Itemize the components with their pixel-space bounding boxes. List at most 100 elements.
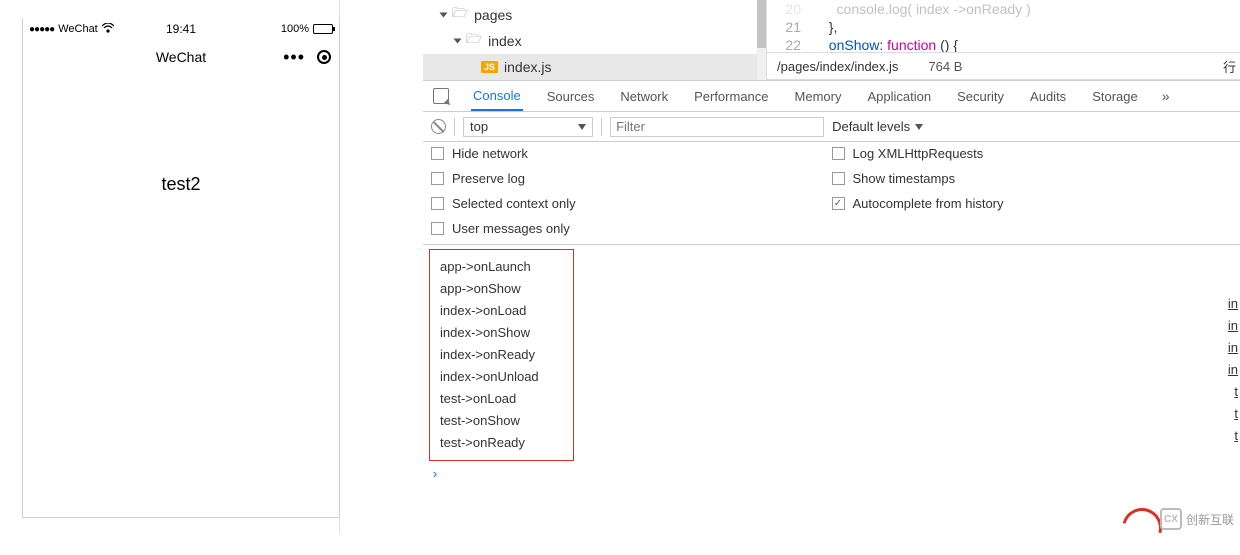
editor-size: 764 B [928, 59, 962, 74]
tabs-overflow-icon[interactable]: » [1162, 88, 1170, 104]
console-output: app->onLaunch app->onShow index->onLoad … [423, 245, 1240, 465]
source-link[interactable]: in [1228, 293, 1238, 315]
phone-simulator: ●●●●● WeChat 19:41 100% WeChat ••• test2 [22, 0, 340, 534]
signal-dots-icon: ●●●●● [29, 24, 54, 35]
inspect-icon[interactable] [433, 88, 449, 104]
opt-show-timestamps[interactable]: Show timestamps [832, 171, 1233, 186]
filter-input[interactable] [610, 117, 824, 137]
tree-folder-pages[interactable]: 🗁 pages [423, 2, 766, 28]
tree-scrollbar[interactable] [757, 0, 766, 80]
console-line: index->onUnload [440, 366, 563, 388]
devtools-panel: Console Sources Network Performance Memo… [423, 80, 1240, 534]
nav-title: WeChat [156, 49, 206, 65]
line-number: 20 [767, 0, 821, 18]
editor-panel: 🗁 pages 🗁 index JS index.js 20 console.l… [423, 0, 1240, 80]
code-editor[interactable]: 20 console.log( index ->onReady ) 21 }, … [767, 0, 1240, 52]
opt-autocomplete[interactable]: Autocomplete from history [832, 196, 1233, 211]
opt-hide-network[interactable]: Hide network [431, 146, 832, 161]
source-link[interactable]: t [1228, 403, 1238, 425]
console-line: index->onLoad [440, 300, 563, 322]
console-line: app->onShow [440, 278, 563, 300]
opt-log-xhr[interactable]: Log XMLHttpRequests [832, 146, 1233, 161]
levels-select[interactable]: Default levels [832, 119, 923, 134]
battery-percent: 100% [281, 23, 309, 35]
tab-audits[interactable]: Audits [1028, 81, 1068, 111]
carrier-label: WeChat [58, 23, 98, 35]
js-file-icon: JS [481, 61, 498, 73]
phone-frame: ●●●●● WeChat 19:41 100% WeChat ••• test2 [22, 18, 340, 518]
target-icon[interactable] [317, 50, 331, 64]
context-label: top [470, 119, 488, 134]
context-select[interactable]: top [463, 117, 593, 137]
tree-label: index [488, 33, 521, 49]
checkbox-icon[interactable] [832, 172, 845, 185]
file-tree: 🗁 pages 🗁 index JS index.js [423, 0, 767, 80]
expand-icon [440, 13, 448, 18]
console-line: test->onLoad [440, 388, 563, 410]
tab-network[interactable]: Network [618, 81, 670, 111]
folder-icon: 🗁 [466, 30, 482, 52]
chevron-down-icon [578, 124, 586, 130]
editor-footer: /pages/index/index.js 764 B 行 [767, 52, 1240, 80]
clear-console-icon[interactable] [431, 119, 446, 134]
tab-application[interactable]: Application [865, 81, 933, 111]
checkbox-icon[interactable] [832, 197, 845, 210]
nav-right: ••• [283, 47, 331, 68]
wifi-icon [102, 23, 114, 36]
devtools-tabs: Console Sources Network Performance Memo… [423, 81, 1240, 112]
status-bar-right: 100% [281, 23, 333, 35]
tree-folder-index[interactable]: 🗁 index [423, 28, 766, 54]
levels-label: Default levels [832, 119, 910, 134]
line-number: 21 [767, 18, 821, 36]
options-right-col: Log XMLHttpRequests Show timestamps Auto… [832, 146, 1233, 236]
tree-label: pages [474, 7, 512, 23]
line-number: 22 [767, 36, 821, 52]
status-time: 19:41 [166, 22, 196, 36]
watermark-text: 创新互联 [1186, 511, 1234, 528]
checkbox-icon[interactable] [431, 222, 444, 235]
console-highlight-box: app->onLaunch app->onShow index->onLoad … [429, 249, 574, 461]
status-bar: ●●●●● WeChat 19:41 100% [23, 18, 339, 40]
source-link[interactable]: t [1228, 381, 1238, 403]
chevron-down-icon [915, 124, 923, 130]
watermark: CX 创新互联 [1160, 508, 1234, 530]
console-line: index->onShow [440, 322, 563, 344]
page-text: test2 [161, 174, 200, 194]
tab-performance[interactable]: Performance [692, 81, 770, 111]
console-source-links: in in in in t t t [1228, 249, 1238, 447]
source-link[interactable]: t [1228, 425, 1238, 447]
status-bar-left: ●●●●● WeChat [29, 23, 114, 36]
tab-security[interactable]: Security [955, 81, 1006, 111]
console-toolbar: top Default levels [423, 112, 1240, 142]
tab-storage[interactable]: Storage [1090, 81, 1140, 111]
more-icon[interactable]: ••• [283, 47, 305, 68]
divider [601, 118, 602, 136]
page-content: test2 [23, 74, 339, 195]
battery-icon [313, 24, 333, 34]
editor-right: 行 [1223, 57, 1236, 76]
tab-sources[interactable]: Sources [545, 81, 597, 111]
opt-user-messages[interactable]: User messages only [431, 221, 832, 236]
folder-icon: 🗁 [452, 4, 468, 26]
source-link[interactable]: in [1228, 359, 1238, 381]
tree-label: index.js [504, 59, 551, 75]
checkbox-icon[interactable] [431, 147, 444, 160]
console-options: Hide network Preserve log Selected conte… [423, 142, 1240, 245]
tab-console[interactable]: Console [471, 81, 523, 111]
opt-selected-context[interactable]: Selected context only [431, 196, 832, 211]
console-line: app->onLaunch [440, 256, 563, 278]
console-line: test->onShow [440, 410, 563, 432]
source-link[interactable]: in [1228, 337, 1238, 359]
opt-preserve-log[interactable]: Preserve log [431, 171, 832, 186]
checkbox-icon[interactable] [431, 172, 444, 185]
checkbox-icon[interactable] [431, 197, 444, 210]
console-line: test->onReady [440, 432, 563, 454]
tab-memory[interactable]: Memory [793, 81, 844, 111]
checkbox-icon[interactable] [832, 147, 845, 160]
watermark-badge: CX [1160, 508, 1182, 530]
expand-icon [454, 39, 462, 44]
source-link[interactable]: in [1228, 315, 1238, 337]
options-left-col: Hide network Preserve log Selected conte… [431, 146, 832, 236]
console-prompt[interactable]: › [423, 465, 1240, 484]
tree-file-indexjs[interactable]: JS index.js [423, 54, 766, 80]
